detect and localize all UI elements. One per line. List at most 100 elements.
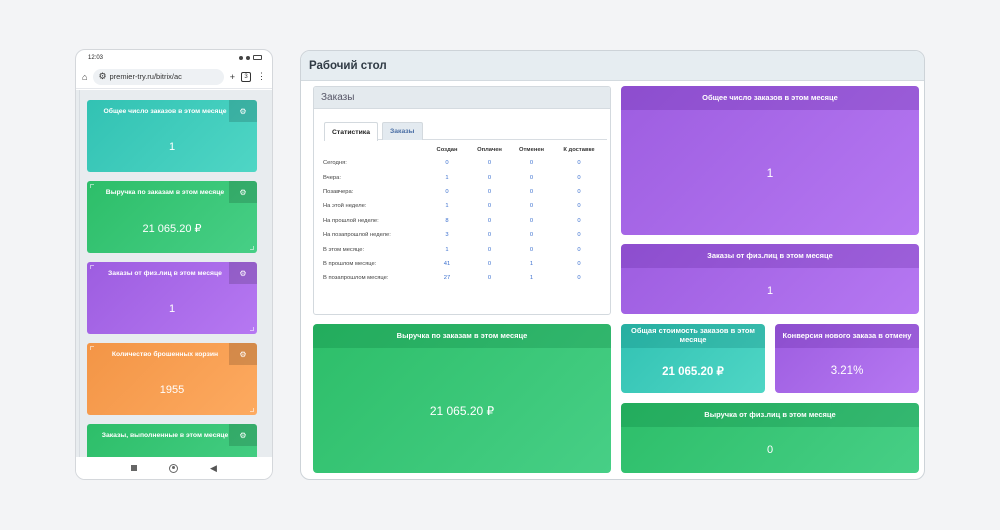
table-row: На этой неделе: 1 0 0 0	[322, 199, 603, 213]
tile-value: 21 065.20 ₽	[142, 222, 202, 235]
stat-link[interactable]: 1	[423, 199, 471, 213]
url-field[interactable]: ⚙ premier-try.ru/bitrix/ac	[93, 68, 224, 85]
stat-link[interactable]: 1	[423, 170, 471, 184]
mobile-tile-abandoned-carts: Количество брошенных корзин ⚙ 1955	[87, 343, 257, 415]
stat-link[interactable]: 0	[555, 185, 603, 199]
stat-link[interactable]: 0	[508, 170, 555, 184]
stat-link[interactable]: 0	[471, 228, 508, 242]
tile-settings-icon[interactable]: ⚙	[229, 343, 257, 365]
stat-link[interactable]: 27	[423, 271, 471, 285]
resize-corner-icon	[90, 346, 94, 350]
tile-settings-icon[interactable]: ⚙	[229, 424, 257, 446]
table-row: Позавчера: 0 0 0 0	[322, 185, 603, 199]
row-label: На прошлой неделе:	[323, 217, 379, 224]
stat-link[interactable]: 0	[555, 156, 603, 170]
status-time: 12:03	[88, 54, 104, 61]
page-title: Рабочий стол	[301, 51, 924, 81]
back-icon[interactable]: ◀	[210, 463, 217, 474]
row-label: Позавчера:	[323, 188, 354, 195]
column-header: К доставке	[563, 146, 595, 153]
tile-total-cost: Общая стоимость заказов в этом месяце 21…	[621, 324, 765, 393]
menu-icon[interactable]: ⋮	[257, 71, 266, 82]
table-row: На позапрошлой неделе: 3 0 0 0	[322, 228, 603, 242]
tabs-button[interactable]: 3	[241, 71, 251, 82]
status-icons	[239, 55, 262, 60]
stat-link[interactable]: 0	[508, 228, 555, 242]
orders-widget: Заказы Статистика Заказы Создан Оплачен …	[313, 86, 611, 315]
tab-orders[interactable]: Заказы	[382, 122, 423, 140]
stat-link[interactable]: 0	[555, 257, 603, 271]
tile-settings-icon[interactable]: ⚙	[229, 262, 257, 284]
stat-link[interactable]: 0	[471, 257, 508, 271]
stat-link[interactable]: 0	[555, 242, 603, 256]
stat-link[interactable]: 0	[471, 242, 508, 256]
tile-value: 0	[766, 444, 774, 456]
stat-link[interactable]: 0	[508, 185, 555, 199]
tile-value: 1955	[159, 384, 185, 396]
stat-link[interactable]: 0	[471, 199, 508, 213]
mobile-phone-frame: 12:03 ⌂ ⚙ premier-try.ru/bitrix/ac + 3 ⋮…	[75, 49, 273, 480]
stat-link[interactable]: 0	[423, 185, 471, 199]
row-label: На позапрошлой неделе:	[323, 232, 391, 239]
stat-link[interactable]: 0	[508, 199, 555, 213]
tile-value: 1	[766, 165, 774, 180]
tile-settings-icon[interactable]: ⚙	[229, 181, 257, 203]
tile-value: 1	[766, 285, 774, 297]
stat-link[interactable]: 41	[423, 257, 471, 271]
column-header: Оплачен	[477, 146, 502, 153]
tile-title: Выручка от физ.лиц в этом месяце	[621, 403, 919, 427]
orders-widget-title: Заказы	[314, 87, 610, 109]
stat-link[interactable]: 0	[555, 214, 603, 228]
desktop-window: Рабочий стол Заказы Статистика Заказы Со…	[300, 50, 925, 480]
stat-link[interactable]: 0	[508, 214, 555, 228]
stat-link[interactable]: 0	[555, 170, 603, 184]
tile-title: Общее число заказов в этом месяце	[621, 86, 919, 110]
table-row: На прошлой неделе: 8 0 0 0	[322, 214, 603, 228]
stat-link[interactable]: 0	[471, 156, 508, 170]
stat-link[interactable]: 0	[508, 242, 555, 256]
stat-link[interactable]: 0	[471, 214, 508, 228]
row-label: В позапрошлом месяце:	[323, 275, 389, 282]
tile-title: Заказы от физ.лиц в этом месяце	[621, 244, 919, 268]
stat-link[interactable]: 1	[508, 257, 555, 271]
stat-link[interactable]: 1	[423, 242, 471, 256]
tile-revenue: Выручка по заказам в этом месяце 21 065.…	[313, 324, 611, 473]
tile-title: Общая стоимость заказов в этом месяце	[621, 324, 765, 348]
new-tab-icon[interactable]: +	[230, 72, 235, 82]
tile-settings-icon[interactable]: ⚙	[229, 100, 257, 122]
home-icon[interactable]: ⌂	[82, 72, 87, 82]
recent-apps-icon[interactable]	[131, 465, 138, 471]
stat-link[interactable]: 0	[555, 199, 603, 213]
site-settings-icon[interactable]: ⚙	[98, 71, 106, 82]
row-label: В этом месяце:	[323, 246, 365, 253]
stat-link[interactable]: 0	[508, 156, 555, 170]
column-header: Отменен	[518, 146, 545, 153]
tile-value: 1	[168, 141, 176, 153]
browser-toolbar: ⌂ ⚙ premier-try.ru/bitrix/ac + 3 ⋮	[76, 65, 272, 89]
stat-link[interactable]: 3	[423, 228, 471, 242]
mobile-tile-revenue: Выручка по заказам в этом месяце ⚙ 21 06…	[87, 181, 257, 253]
stat-link[interactable]: 0	[423, 156, 471, 170]
stat-link[interactable]: 8	[423, 214, 471, 228]
status-bar: 12:03	[76, 50, 272, 65]
table-row: Сегодня: 0 0 0 0	[322, 156, 603, 170]
stat-link[interactable]: 0	[471, 185, 508, 199]
row-label: В прошлом месяце:	[323, 260, 377, 267]
home-button-icon[interactable]	[169, 463, 179, 473]
stat-link[interactable]: 0	[555, 228, 603, 242]
stat-link[interactable]: 1	[508, 271, 555, 285]
stat-link[interactable]: 0	[471, 170, 508, 184]
tile-title: Конверсия нового заказа в отмену	[775, 324, 919, 348]
android-nav-bar: ◀	[76, 457, 272, 479]
tile-total-orders: Общее число заказов в этом месяце 1	[621, 86, 919, 235]
tile-value: 1	[168, 303, 176, 315]
mobile-dashboard: Общее число заказов в этом месяце ⚙ 1 Вы…	[76, 90, 272, 457]
tile-value: 21 065.20 ₽	[662, 365, 724, 378]
tab-statistics[interactable]: Статистика	[324, 122, 378, 141]
tile-title: Выручка по заказам в этом месяце	[313, 324, 611, 348]
stat-link[interactable]: 0	[555, 271, 603, 285]
resize-corner-icon	[90, 265, 94, 269]
stat-link[interactable]: 0	[471, 271, 508, 285]
orders-tabs: Статистика Заказы	[324, 122, 607, 141]
tile-value	[87, 446, 257, 457]
